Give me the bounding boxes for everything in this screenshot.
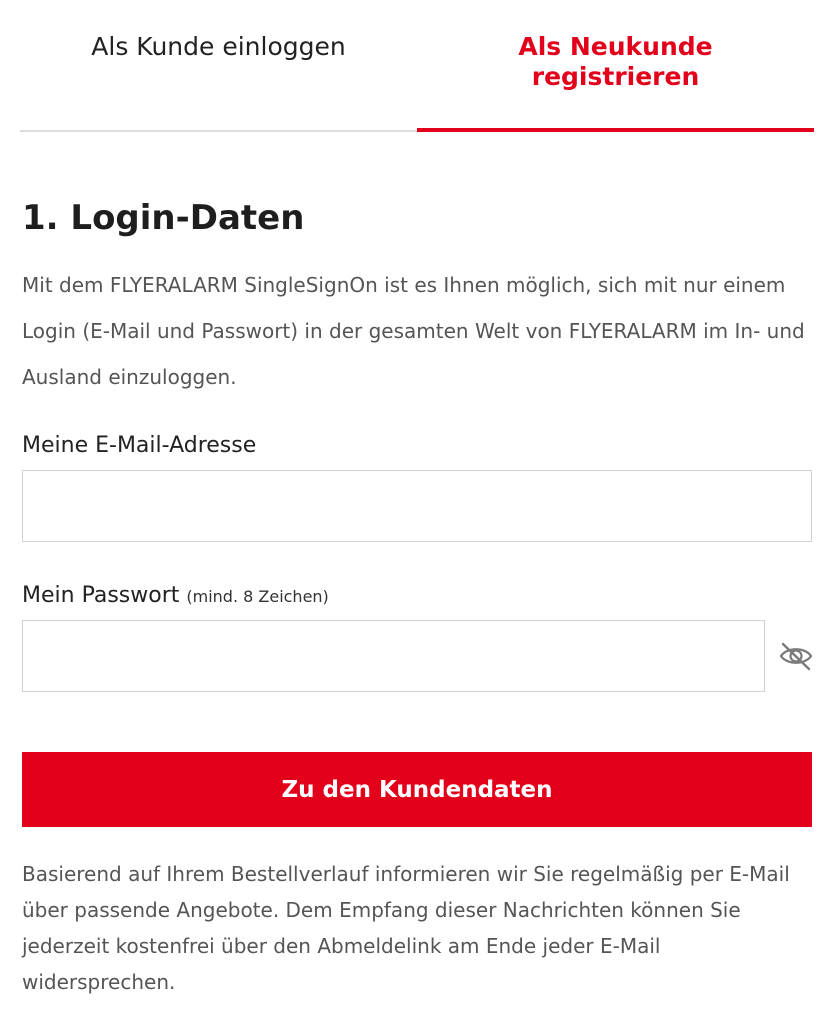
- email-label: Meine E-Mail-Adresse: [22, 433, 257, 458]
- tab-register[interactable]: Als Neukunde registrieren: [417, 0, 814, 132]
- password-field[interactable]: [22, 620, 765, 692]
- newsletter-notice: Basierend auf Ihrem Bestellverlauf infor…: [22, 862, 790, 994]
- tab-login[interactable]: Als Kunde einloggen: [20, 0, 417, 132]
- submit-button[interactable]: Zu den Kundendaten: [22, 752, 812, 827]
- section-title: 1. Login-Daten: [22, 198, 305, 238]
- eye-slash-icon: [779, 642, 813, 671]
- password-label-text: Mein Passwort: [22, 583, 180, 608]
- tab-login-label: Als Kunde einloggen: [91, 32, 346, 61]
- auth-tabs: Als Kunde einloggen Als Neukunde registr…: [20, 0, 814, 132]
- email-field[interactable]: [22, 470, 812, 542]
- password-hint: (mind. 8 Zeichen): [186, 587, 329, 606]
- password-label: Mein Passwort (mind. 8 Zeichen): [22, 582, 329, 611]
- password-visibility-toggle[interactable]: [776, 638, 816, 674]
- intro-text: Mit dem FLYERALARM SingleSignOn ist es I…: [22, 273, 805, 389]
- tab-register-label: Als Neukunde registrieren: [518, 32, 713, 91]
